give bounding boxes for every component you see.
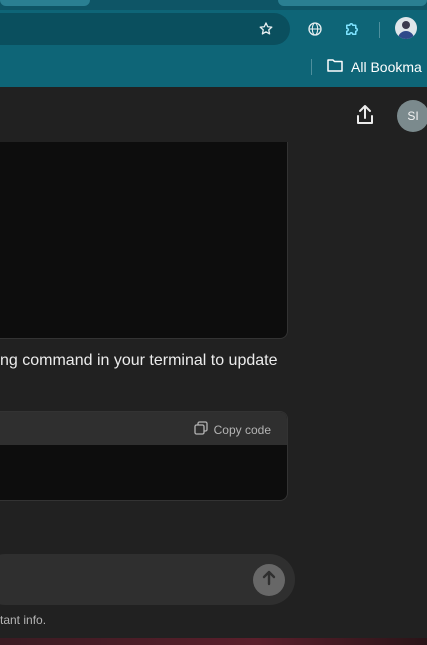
tab-edge-left[interactable] xyxy=(0,0,90,6)
globe-icon[interactable] xyxy=(304,18,326,40)
bookmarks-divider xyxy=(311,59,312,75)
tab-strip xyxy=(0,0,427,10)
arrow-up-icon xyxy=(260,569,278,591)
all-bookmarks-button[interactable]: All Bookma xyxy=(327,57,422,76)
star-icon[interactable] xyxy=(255,18,277,40)
bookmarks-bar: All Bookma xyxy=(0,50,427,87)
all-bookmarks-label: All Bookma xyxy=(351,58,422,75)
user-avatar[interactable]: SI xyxy=(397,100,427,132)
share-icon[interactable] xyxy=(353,103,377,127)
taskbar-edge xyxy=(0,638,427,645)
code-block-header: Copy code xyxy=(0,412,287,445)
disclaimer-text: tant info. xyxy=(0,613,47,627)
copy-code-button[interactable]: Copy code xyxy=(193,421,271,438)
browser-toolbar xyxy=(0,10,427,50)
folder-icon xyxy=(327,57,343,76)
send-button[interactable] xyxy=(253,564,285,596)
assistant-message-text: ng command in your terminal to update xyxy=(0,352,278,369)
screen: All Bookma SI ng command in your termina… xyxy=(0,0,427,645)
toolbar-divider xyxy=(379,22,380,38)
tab-edge-right[interactable] xyxy=(278,0,427,6)
address-bar[interactable] xyxy=(0,13,290,45)
avatar[interactable] xyxy=(395,17,417,39)
message-composer[interactable] xyxy=(0,554,295,605)
code-block xyxy=(0,142,288,339)
code-block: Copy code xyxy=(0,411,288,501)
copy-code-label: Copy code xyxy=(213,422,271,437)
puzzle-icon[interactable] xyxy=(341,18,363,40)
copy-icon xyxy=(193,421,208,438)
chat-page: SI ng command in your terminal to update… xyxy=(0,87,427,645)
